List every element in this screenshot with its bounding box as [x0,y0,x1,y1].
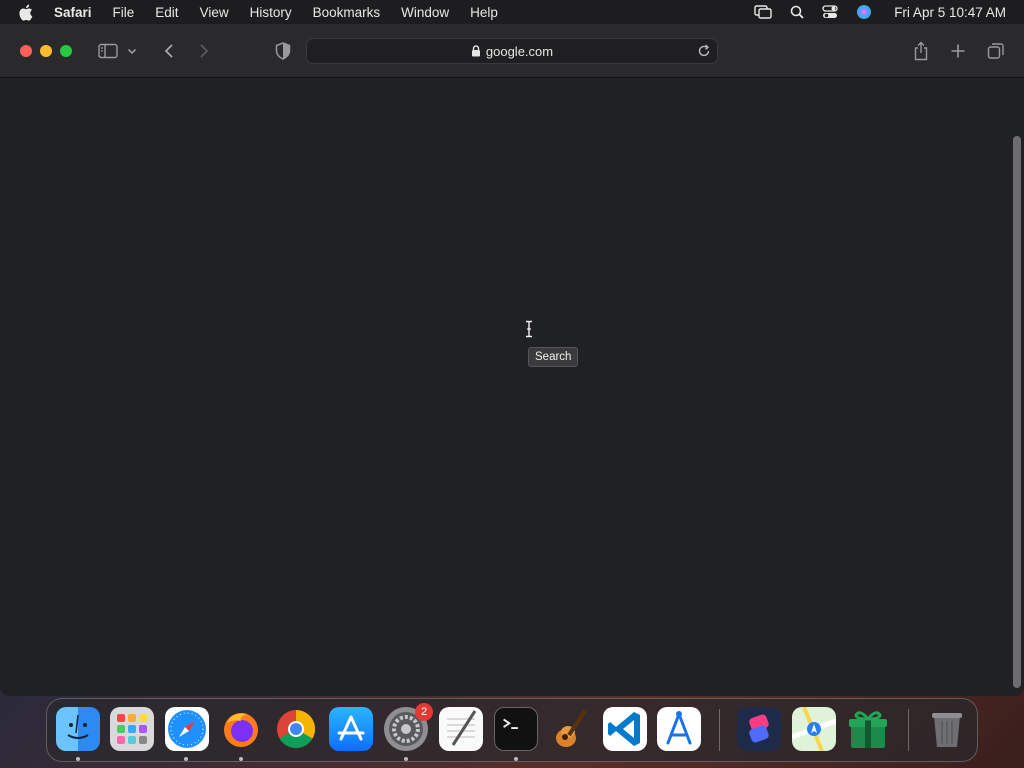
forward-chevron-icon[interactable] [192,39,216,63]
dock-terminal-icon[interactable] [494,707,538,751]
menu-view[interactable]: View [200,5,229,20]
menu-history[interactable]: History [250,5,292,20]
safari-toolbar: google.com [0,24,1024,78]
search-tooltip: Search [528,347,579,367]
dock: 2 [46,698,978,762]
menu-bookmarks[interactable]: Bookmarks [313,5,381,20]
dock-instruments-icon[interactable] [657,707,701,751]
dock-garageband-icon[interactable] [549,707,593,751]
menu-edit[interactable]: Edit [155,5,178,20]
dock-chrome-icon[interactable] [274,707,318,751]
menu-file[interactable]: File [113,5,135,20]
dock-firefox-icon[interactable] [219,707,263,751]
privacy-shield-icon[interactable] [271,39,295,63]
lock-icon [471,45,481,57]
web-content-area[interactable]: Search [0,78,1024,696]
menu-bar: Safari File Edit View History Bookmarks … [0,0,1024,24]
safari-window: google.com Search [0,24,1024,696]
dock-separator [719,709,720,751]
dock-shortcuts-icon[interactable] [737,707,781,751]
finder-running-dot [76,757,80,761]
tab-overview-icon[interactable] [984,39,1008,63]
vertical-scrollbar[interactable] [1013,136,1021,688]
siri-icon[interactable] [856,4,872,20]
screen-mirroring-icon[interactable] [754,5,772,19]
dock-gift-icon[interactable] [846,707,890,751]
dock-safari-icon[interactable] [165,707,209,751]
dock-finder-icon[interactable] [56,707,100,751]
close-window-button[interactable] [20,45,32,57]
menu-app-safari[interactable]: Safari [54,5,92,20]
dock-separator-trash [908,709,909,751]
tab-group-chevron-down-icon[interactable] [124,39,140,63]
share-icon[interactable] [909,39,933,63]
reload-icon[interactable] [697,44,711,61]
spotlight-search-icon[interactable] [790,5,804,19]
settings-notification-badge: 2 [415,703,433,721]
safari-running-dot [184,757,188,761]
menubar-clock[interactable]: Fri Apr 5 10:47 AM [894,5,1006,20]
apple-menu-icon[interactable] [18,4,34,21]
firefox-running-dot [239,757,243,761]
menu-window[interactable]: Window [401,5,449,20]
text-cursor-ibeam-icon [524,320,534,343]
back-chevron-icon[interactable] [157,39,181,63]
address-url: google.com [485,43,554,59]
menu-help[interactable]: Help [470,5,498,20]
minimize-window-button[interactable] [40,45,52,57]
dock-trash-icon[interactable] [925,707,969,751]
control-center-icon[interactable] [822,5,838,19]
dock-vscode-icon[interactable] [603,707,647,751]
terminal-running-dot [514,757,518,761]
new-tab-plus-icon[interactable] [946,39,970,63]
zoom-window-button[interactable] [60,45,72,57]
dock-launchpad-icon[interactable] [110,707,154,751]
dock-app-store-icon[interactable] [329,707,373,751]
dock-maps-icon[interactable] [792,707,836,751]
settings-running-dot [404,757,408,761]
sidebar-toggle-icon[interactable] [96,39,120,63]
address-bar[interactable]: google.com [306,38,718,64]
dock-textedit-icon[interactable] [439,707,483,751]
